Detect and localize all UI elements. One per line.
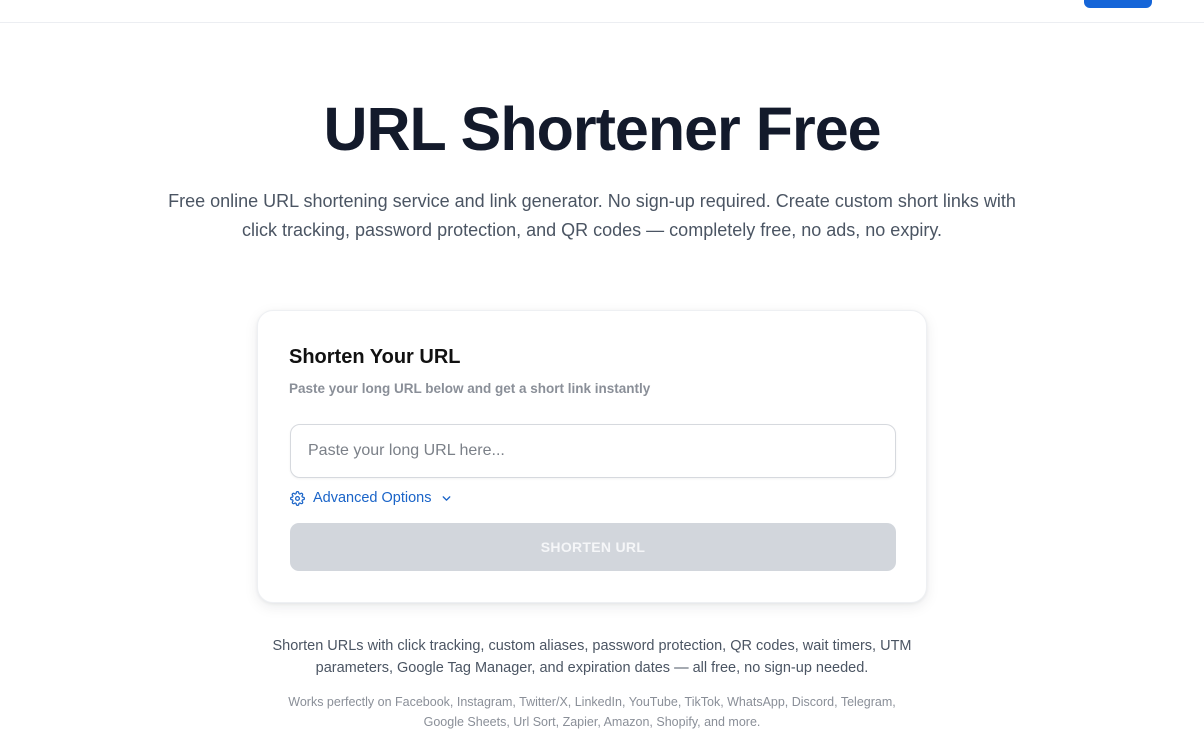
long-url-input[interactable]: [290, 424, 896, 478]
card-subtitle: Paste your long URL below and get a shor…: [289, 381, 651, 396]
shorten-card: Shorten Your URL Paste your long URL bel…: [257, 310, 927, 603]
nav-cta-button[interactable]: [1084, 0, 1152, 8]
platforms-description: Works perfectly on Facebook, Instagram, …: [288, 695, 896, 729]
page-subtitle: Free online URL shortening service and l…: [168, 191, 1016, 240]
shorten-url-button[interactable]: SHORTEN URL: [290, 523, 896, 571]
chevron-down-icon: [440, 492, 453, 505]
gear-icon: [290, 490, 305, 506]
top-nav-bar: [0, 0, 1204, 23]
features-description: Shorten URLs with click tracking, custom…: [272, 638, 912, 676]
card-title: Shorten Your URL: [289, 346, 461, 368]
advanced-options-toggle[interactable]: Advanced Options: [290, 488, 453, 508]
advanced-options-label: Advanced Options: [313, 490, 432, 506]
page-title: URL Shortener Free: [323, 95, 881, 163]
